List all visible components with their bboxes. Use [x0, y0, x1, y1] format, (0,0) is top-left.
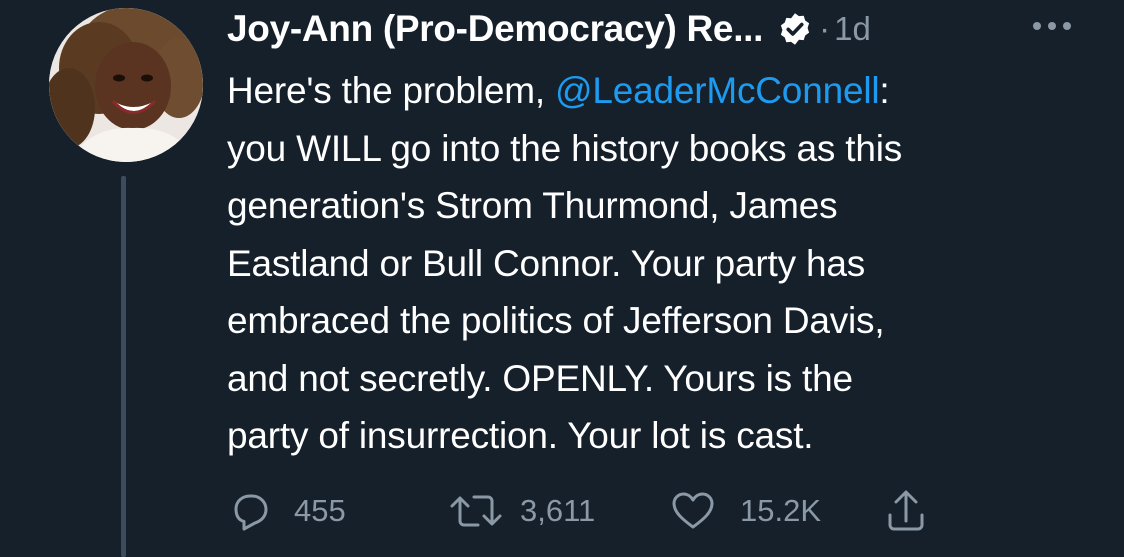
tweet-text-line: and not secretly. OPENLY. Yours is the: [227, 357, 853, 399]
tweet-text-line: you WILL go into the history books as th…: [227, 127, 903, 169]
share-button[interactable]: [885, 486, 927, 536]
like-button[interactable]: 15.2K: [668, 486, 821, 536]
tweet-header: Joy-Ann (Pro-Democracy) Re... · 1d: [227, 4, 871, 54]
tweet-text: Here's the problem, @LeaderMcConnell: yo…: [227, 62, 1107, 465]
header-separator: ·: [819, 10, 831, 47]
like-count: 15.2K: [740, 493, 822, 528]
tweet-text-segment: Here's the problem,: [227, 70, 555, 111]
tweet-text-line: party of insurrection. Your lot is cast.: [227, 415, 814, 456]
more-horizontal-icon[interactable]: [1030, 18, 1074, 34]
tweet-text-line: embraced the politics of Jefferson Davis…: [227, 300, 885, 341]
tweet-text-line: Eastland or Bull Connor. Your party has: [227, 242, 866, 284]
thread-line: [121, 176, 126, 557]
retweet-button[interactable]: 3,611: [448, 486, 595, 536]
reply-button[interactable]: 455: [226, 486, 346, 536]
display-name[interactable]: Joy-Ann (Pro-Democracy) Re...: [227, 8, 763, 50]
reply-count: 455: [294, 493, 346, 528]
reply-icon: [226, 487, 274, 535]
verified-badge-icon: [777, 11, 813, 47]
share-icon: [885, 487, 927, 535]
tweet-text-line: Here's the problem, @LeaderMcConnell:: [227, 62, 1107, 120]
tweet-text-segment: :: [879, 70, 890, 111]
tweet-text-line: generation's Strom Thurmond, James: [227, 185, 838, 226]
mention-link[interactable]: @LeaderMcConnell: [555, 70, 880, 111]
avatar[interactable]: [49, 8, 203, 162]
avatar-photo: [49, 8, 203, 162]
retweet-count: 3,611: [520, 493, 596, 528]
timestamp[interactable]: 1d: [834, 10, 871, 48]
heart-icon: [668, 487, 718, 535]
tweet[interactable]: Joy-Ann (Pro-Democracy) Re... · 1d Here'…: [0, 0, 1124, 557]
retweet-icon: [448, 487, 504, 535]
